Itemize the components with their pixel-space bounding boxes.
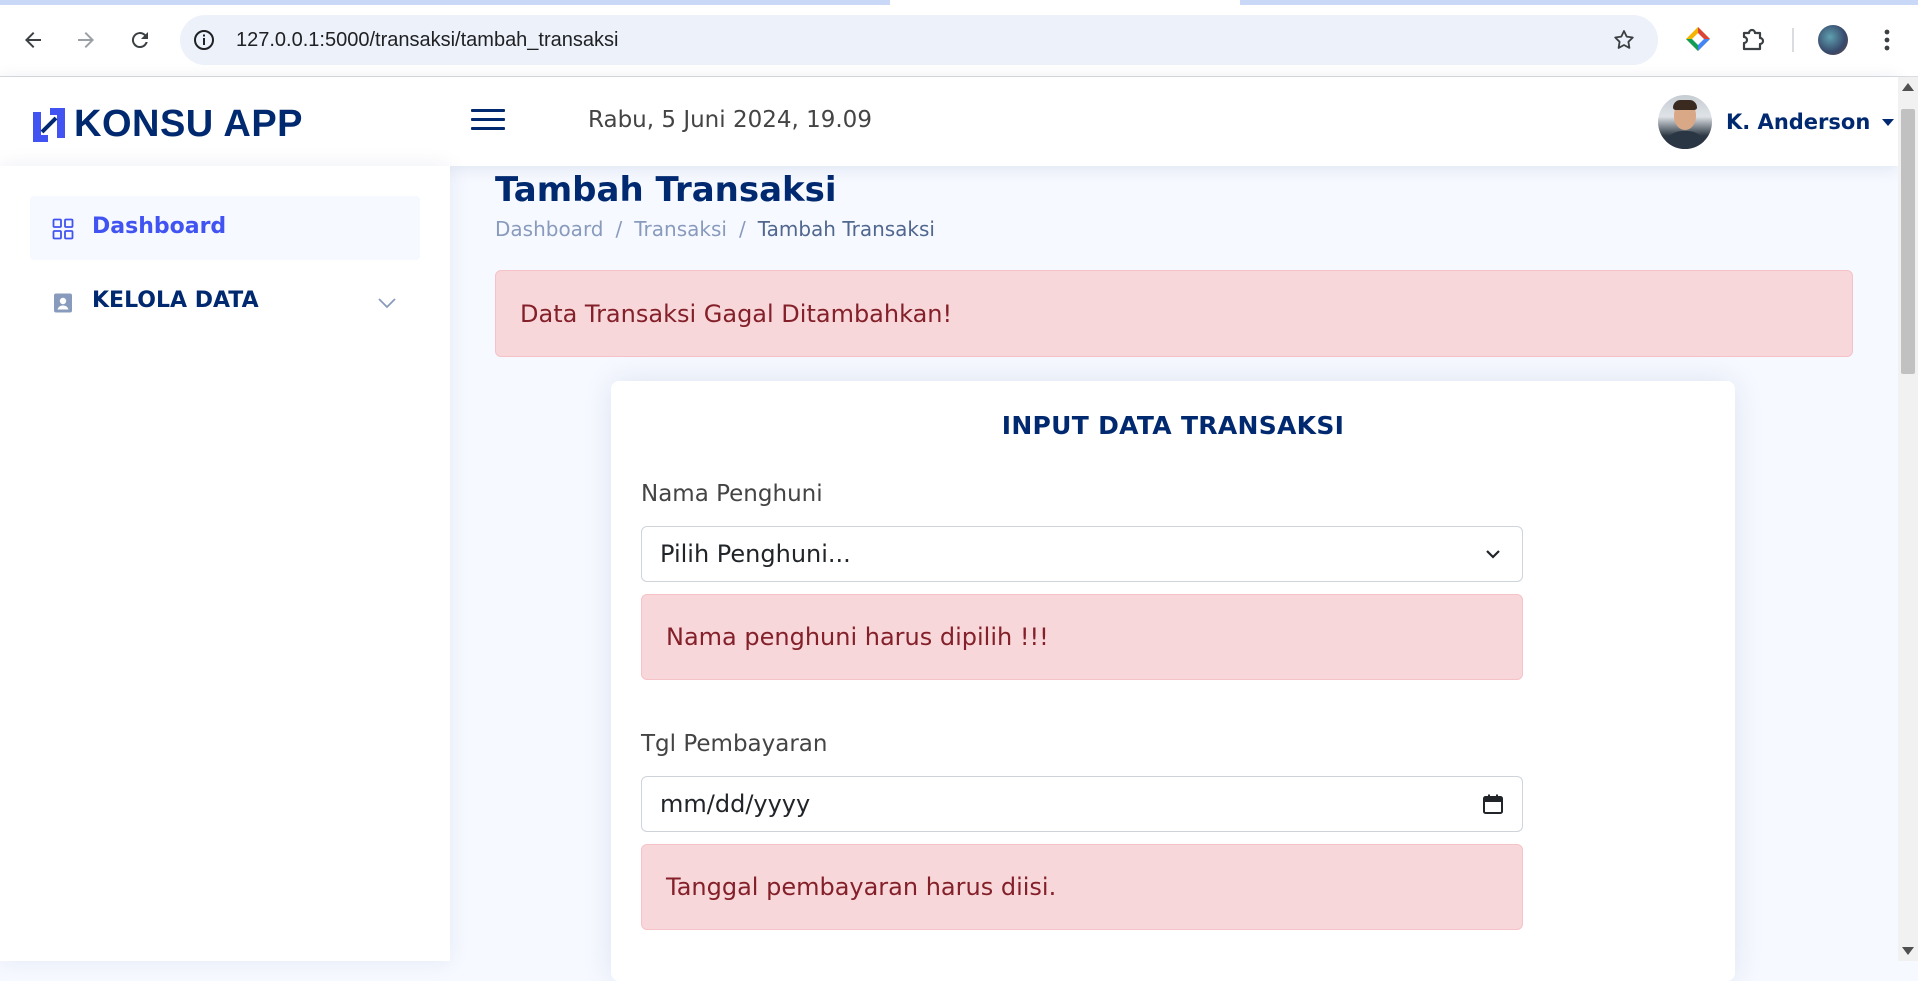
bookmark-star-icon[interactable]: [1612, 28, 1636, 52]
logo-mark-icon: [33, 107, 65, 142]
tab-strip-right: [1240, 0, 1918, 5]
url-text[interactable]: 127.0.0.1:5000/transaksi/tambah_transaks…: [236, 28, 618, 52]
browser-toolbar: 127.0.0.1:5000/transaksi/tambah_transaks…: [0, 0, 1918, 77]
tgl-pembayaran-date-input[interactable]: mm/dd/yyyy: [641, 776, 1523, 832]
tgl-pembayaran-value: mm/dd/yyyy: [660, 790, 811, 818]
tgl-pembayaran-error-text: Tanggal pembayaran harus diisi.: [666, 873, 1057, 901]
nama-penghuni-error-text: Nama penghuni harus dipilih !!!: [666, 623, 1049, 651]
sidebar-item-dashboard[interactable]: Dashboard: [30, 196, 420, 260]
form-title: INPUT DATA TRANSAKSI: [1001, 411, 1345, 440]
forward-icon[interactable]: [68, 22, 104, 58]
reload-icon[interactable]: [122, 22, 158, 58]
logo-text: KONSU APP: [74, 103, 304, 145]
profile-avatar-icon[interactable]: [1818, 25, 1848, 55]
sidebar-item-kelola-data[interactable]: KELOLA DATA: [30, 270, 420, 334]
scroll-down-arrow-icon[interactable]: [1902, 947, 1914, 955]
nama-penghuni-selected: Pilih Penghuni...: [660, 540, 851, 568]
breadcrumb-link-transaksi[interactable]: Transaksi: [634, 217, 727, 241]
toolbar-divider: [1792, 28, 1794, 52]
current-datetime: Rabu, 5 Juni 2024, 19.09: [588, 107, 872, 133]
extension-color-icon[interactable]: [1683, 24, 1713, 54]
sidebar-toggle-icon[interactable]: [468, 103, 508, 139]
scroll-up-arrow-icon[interactable]: [1902, 83, 1914, 91]
back-icon[interactable]: [15, 22, 51, 58]
person-badge-icon: [54, 293, 72, 313]
avatar: [1658, 95, 1712, 149]
breadcrumb-current: Tambah Transaksi: [757, 217, 935, 241]
extensions-puzzle-icon[interactable]: [1738, 24, 1768, 54]
page-scrollbar[interactable]: [1898, 77, 1918, 961]
breadcrumb: Dashboard / Transaksi / Tambah Transaksi: [495, 217, 935, 241]
user-profile-dropdown[interactable]: K. Anderson: [1658, 95, 1895, 149]
grid-icon: [52, 218, 74, 240]
nama-penghuni-label: Nama Penghuni: [641, 481, 823, 507]
app-logo[interactable]: KONSU APP: [30, 103, 303, 146]
menu-kebab-icon[interactable]: [1875, 26, 1899, 54]
chevron-down-icon[interactable]: [376, 292, 398, 314]
scroll-thumb[interactable]: [1901, 109, 1915, 374]
calendar-icon[interactable]: [1482, 793, 1504, 815]
page-title: Tambah Transaksi: [495, 170, 837, 210]
user-name: K. Anderson: [1726, 110, 1871, 134]
address-bar[interactable]: 127.0.0.1:5000/transaksi/tambah_transaks…: [180, 15, 1658, 65]
site-info-icon[interactable]: [192, 28, 216, 52]
chevron-down-icon: [1486, 550, 1500, 559]
breadcrumb-separator: /: [615, 217, 623, 241]
sidebar-item-label: Dashboard: [92, 214, 227, 239]
tab-strip-left: [0, 0, 890, 5]
caret-down-icon: [1882, 118, 1895, 126]
tgl-pembayaran-error: Tanggal pembayaran harus diisi.: [641, 844, 1523, 930]
transaction-form-card: INPUT DATA TRANSAKSI Nama Penghuni Pilih…: [611, 381, 1735, 981]
error-alert-text: Data Transaksi Gagal Ditambahkan!: [520, 299, 953, 328]
app-header: KONSU APP Rabu, 5 Juni 2024, 19.09 K. An…: [0, 77, 1898, 166]
breadcrumb-separator: /: [738, 217, 746, 241]
error-alert: Data Transaksi Gagal Ditambahkan!: [495, 270, 1853, 357]
sidebar: Dashboard KELOLA DATA: [0, 166, 450, 961]
breadcrumb-link-dashboard[interactable]: Dashboard: [495, 217, 604, 241]
sidebar-item-label: KELOLA DATA: [92, 288, 259, 313]
tgl-pembayaran-label: Tgl Pembayaran: [641, 731, 828, 757]
nama-penghuni-error: Nama penghuni harus dipilih !!!: [641, 594, 1523, 680]
nama-penghuni-select[interactable]: Pilih Penghuni...: [641, 526, 1523, 582]
